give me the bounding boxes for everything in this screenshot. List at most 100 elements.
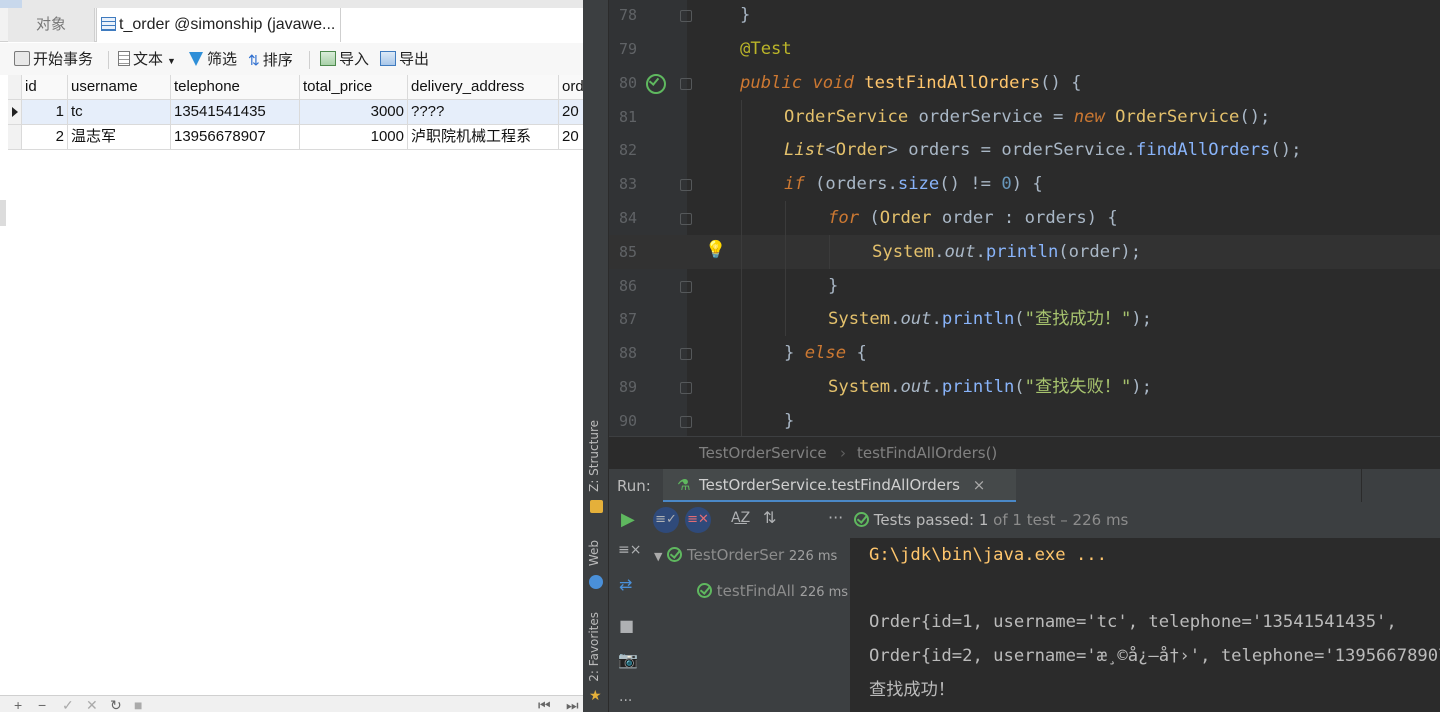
code-line-89[interactable]: System.out.println("查找失败！");: [828, 370, 1152, 404]
column-header-username[interactable]: username: [68, 75, 171, 100]
run-test-gutter-icon[interactable]: [646, 74, 666, 96]
row-indicator-header: [8, 75, 22, 100]
tree-node-class[interactable]: ▼ TestOrderSer 226 ms: [654, 538, 837, 572]
run-tab-label: TestOrderService.testFindAllOrders: [699, 476, 960, 494]
more-options-icon[interactable]: ···: [828, 508, 843, 527]
code-line-88[interactable]: } else {: [784, 336, 867, 370]
breadcrumb-class[interactable]: TestOrderService: [699, 437, 827, 469]
passed-check-icon: [854, 512, 869, 527]
run-tab[interactable]: ⚗ TestOrderService.testFindAllOrders ×: [663, 469, 1016, 503]
code-line-79[interactable]: @Test: [740, 32, 792, 66]
cell-id[interactable]: 1: [22, 100, 68, 125]
console-line: 查找成功！: [869, 680, 955, 700]
table-row[interactable]: 1 tc 13541541435 3000 ???? 20: [8, 100, 583, 125]
filter-label: 筛选: [207, 51, 238, 68]
tab-empty-area: [341, 8, 583, 42]
tests-passed-label: Tests passed:: [873, 511, 975, 529]
sort-alphabetically-icon[interactable]: A͟Z: [731, 510, 750, 526]
fold-marker-icon[interactable]: [680, 10, 692, 22]
cell-username[interactable]: tc: [68, 100, 171, 125]
soft-wrap-icon[interactable]: ≡×: [618, 542, 641, 558]
add-record-button[interactable]: +: [14, 698, 22, 712]
filter-button[interactable]: 筛选: [189, 50, 237, 70]
first-page-button[interactable]: ⏮: [538, 698, 551, 712]
cell-username[interactable]: 温志军: [68, 125, 171, 150]
cell-telephone[interactable]: 13956678907: [171, 125, 300, 150]
row-indicator: [8, 100, 22, 125]
fold-marker-icon[interactable]: [680, 179, 692, 191]
tool-window-sidebar: [583, 0, 609, 712]
more-tools-icon[interactable]: ···: [619, 693, 632, 709]
refresh-button[interactable]: ↻: [110, 698, 122, 712]
code-line-80[interactable]: public void testFindAllOrders() {: [740, 66, 1082, 100]
close-tab-icon[interactable]: ×: [973, 476, 986, 494]
code-line-86[interactable]: }: [828, 269, 838, 303]
tests-total-label: of 1 test – 226 ms: [993, 511, 1129, 529]
structure-tool-tab[interactable]: Z: Structure: [587, 420, 601, 492]
column-header-delivery-address[interactable]: delivery_address: [408, 75, 559, 100]
last-page-button[interactable]: ⏭: [566, 698, 579, 712]
favorites-tool-tab[interactable]: 2: Favorites: [587, 612, 601, 682]
tab-table-t-order[interactable]: t_order @simonship (javawe...: [96, 8, 341, 42]
fold-marker-icon[interactable]: [680, 416, 692, 428]
code-line-90[interactable]: }: [784, 404, 794, 438]
import-button[interactable]: 导入: [320, 50, 369, 70]
show-passed-icon[interactable]: ≡✓: [653, 507, 679, 533]
stop-button[interactable]: ■: [134, 698, 142, 712]
scroll-to-end-icon[interactable]: ⇄: [619, 575, 632, 594]
left-splitter[interactable]: [0, 200, 6, 226]
text-button[interactable]: 文本 ▼: [118, 50, 176, 70]
text-label: 文本: [133, 51, 164, 68]
code-line-87[interactable]: System.out.println("查找成功！");: [828, 302, 1152, 336]
tab-objects[interactable]: 对象: [8, 8, 95, 42]
code-line-82[interactable]: List<Order> orders = orderService.findAl…: [784, 133, 1301, 167]
import-icon: [320, 51, 336, 66]
fold-marker-icon[interactable]: [680, 281, 692, 293]
web-tool-tab[interactable]: Web: [587, 540, 601, 566]
fold-marker-icon[interactable]: [680, 213, 692, 225]
fold-marker-icon[interactable]: [680, 348, 692, 360]
table-row[interactable]: 2 温志军 13956678907 1000 泸职院机械工程系 20: [8, 125, 583, 150]
discard-changes-button[interactable]: ✕: [86, 698, 98, 712]
ide-pane: 78 79 80 81 82 83 84 85 86 87 88 89 90 💡…: [583, 0, 1440, 712]
begin-transaction-button[interactable]: 开始事务: [14, 50, 93, 70]
code-line-78[interactable]: }: [740, 0, 750, 32]
navicat-pane: 对象 t_order @simonship (javawe... 开始事务 文本…: [0, 0, 583, 712]
sort-button[interactable]: ⇅ 排序: [248, 50, 293, 70]
show-ignored-icon[interactable]: ≡✕: [685, 507, 711, 533]
code-line-81[interactable]: OrderService orderService = new OrderSer…: [784, 100, 1270, 134]
sort-by-duration-icon[interactable]: ⇅: [763, 508, 776, 527]
column-header-ord[interactable]: ord: [559, 75, 583, 100]
run-toolbar: ▶ ≡✓ ≡✕ A͟Z ⇅ ··· Tests passed: 1 of 1 t…: [609, 502, 1440, 538]
apply-changes-button[interactable]: ✓: [62, 698, 74, 712]
column-header-id[interactable]: id: [22, 75, 68, 100]
export-button[interactable]: 导出: [380, 50, 429, 70]
cell-total-price[interactable]: 1000: [300, 125, 408, 150]
cell-total-price[interactable]: 3000: [300, 100, 408, 125]
column-header-telephone[interactable]: telephone: [171, 75, 300, 100]
delete-record-button[interactable]: −: [38, 698, 46, 712]
cell-delivery-address[interactable]: 泸职院机械工程系: [408, 125, 559, 150]
fold-marker-icon[interactable]: [680, 382, 692, 394]
rerun-icon[interactable]: ▶: [621, 509, 635, 530]
cell-delivery-address[interactable]: ????: [408, 100, 559, 125]
console-output[interactable]: G:\jdk\bin\java.exe ... Order{id=1, user…: [851, 538, 1440, 712]
cell-id[interactable]: 2: [22, 125, 68, 150]
run-side-toolbar: ≡× ⇄ ■ 📷 ···: [609, 538, 646, 712]
fold-marker-icon[interactable]: [680, 78, 692, 90]
code-line-84[interactable]: for (Order order : orders) {: [828, 201, 1118, 235]
cell-ord[interactable]: 20: [559, 100, 583, 125]
cell-telephone[interactable]: 13541541435: [171, 100, 300, 125]
column-header-total-price[interactable]: total_price: [300, 75, 408, 100]
tests-status: Tests passed: 1 of 1 test – 226 ms: [854, 511, 1128, 529]
camera-icon[interactable]: 📷: [618, 650, 638, 669]
top-strip: [0, 0, 583, 8]
separator: [108, 51, 109, 69]
code-line-85[interactable]: System.out.println(order);: [872, 235, 1141, 269]
breadcrumb-method[interactable]: testFindAllOrders(): [857, 437, 997, 469]
cell-ord[interactable]: 20: [559, 125, 583, 150]
code-line-83[interactable]: if (orders.size() != 0) {: [784, 167, 1043, 201]
tree-node-method[interactable]: testFindAll 226 ms: [697, 574, 848, 608]
lightbulb-icon[interactable]: 💡: [705, 240, 726, 260]
stop-icon[interactable]: ■: [619, 616, 634, 635]
